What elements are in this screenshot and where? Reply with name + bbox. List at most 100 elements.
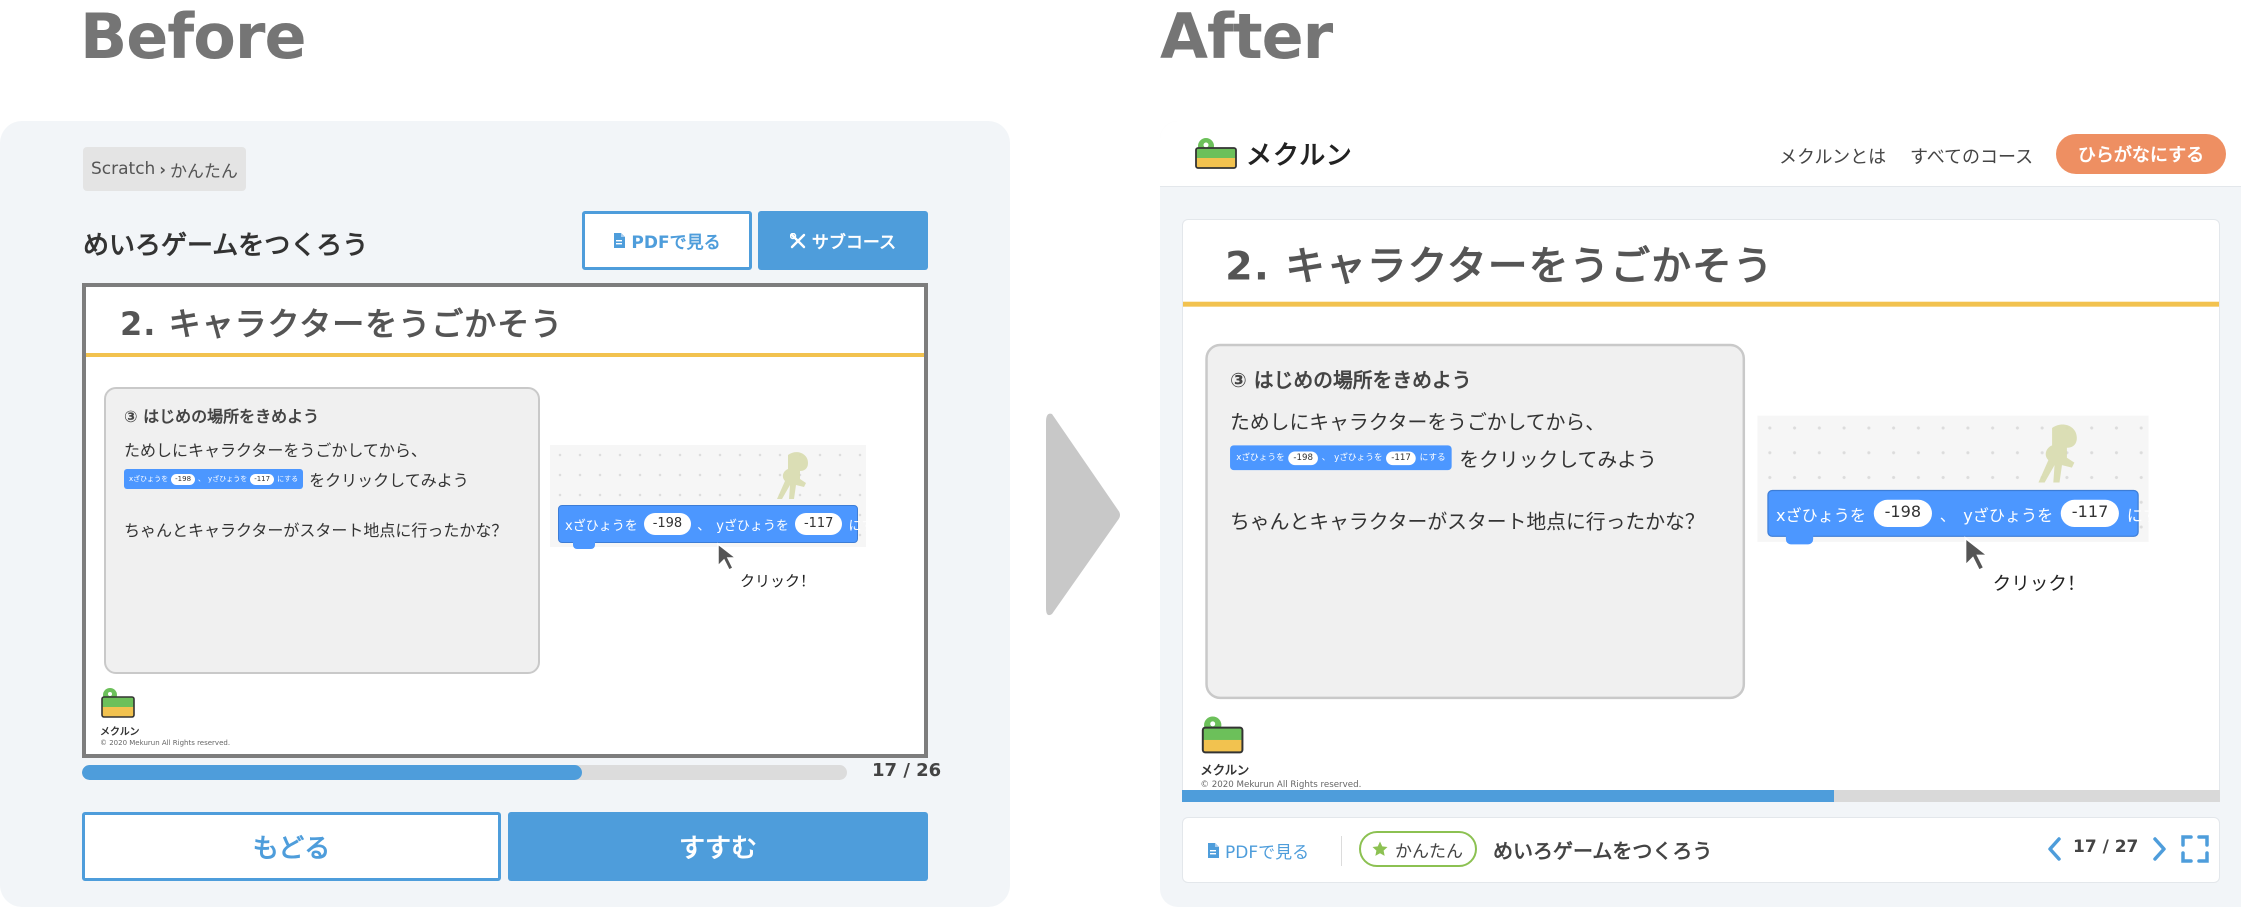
pdf-view-label: PDFで見る: [1225, 843, 1310, 863]
chevron-right-icon[interactable]: [2150, 836, 2168, 862]
before-progress-fill: [82, 765, 583, 780]
set-xy-code-block[interactable]: xざひょうを -198 、 yざひょうを -117 にする: [558, 505, 888, 549]
after-panel: メクルン メクルンとは すべてのコース ひらがなにする 2. キャラクターをうご…: [1160, 121, 2241, 907]
slide-logo-text: メクルン: [1200, 764, 1250, 779]
mini-y-label: yざひょうを: [208, 475, 248, 483]
instruction-line-3: ちゃんとキャラクターがスタート地点に行ったかな？: [1230, 509, 1705, 534]
slide-logo-text: メクルン: [100, 727, 140, 738]
slide-title: 2. キャラクターをうごかそう: [1225, 242, 1774, 290]
mouse-cursor-icon: [717, 542, 738, 572]
toolbar-divider: [1341, 836, 1342, 866]
slide-toolbar: PDFで見る かんたん めいろゲームをつくろう 17 / 27: [1182, 817, 2220, 883]
block-y-value: -117: [2060, 499, 2120, 528]
after-page-indicator: 17 / 27: [2073, 837, 2139, 857]
slide-title-underline: [1183, 301, 2219, 307]
fullscreen-icon[interactable]: [2181, 835, 2209, 863]
mini-x-value: -198: [171, 473, 196, 485]
pdf-view-label: PDFで見る: [631, 233, 721, 253]
file-icon: [614, 233, 626, 248]
before-panel: Scratch › かんたん めいろゲームをつくろう PDFで見る サブコース …: [0, 121, 1010, 907]
breadcrumb-parent[interactable]: Scratch: [91, 159, 155, 179]
block-x-label: xざひょうを: [565, 518, 638, 534]
block-end-label: にする: [848, 518, 888, 534]
site-logo-text: メクルン: [1246, 141, 1353, 171]
instruction-line-2: xざひょうを -198 、 yざひょうを -117 にする をクリックしてみよう: [1230, 443, 1720, 473]
block-x-value: -198: [643, 513, 692, 535]
nav-about-link[interactable]: メクルンとは: [1779, 143, 1886, 169]
chevron-left-icon[interactable]: [2046, 836, 2064, 862]
after-slide-card: 2. キャラクターをうごかそう ③ はじめの場所をきめよう ためしにキャラクター…: [1182, 219, 2220, 802]
mini-end-label: にする: [1419, 452, 1446, 463]
mini-x-label: xざひょうを: [1236, 452, 1285, 463]
mini-y-value: -117: [1386, 450, 1416, 465]
arrow-right-icon: [1046, 413, 1120, 616]
click-label: クリック！: [740, 572, 816, 590]
instruction-line-2-text: をクリックしてみよう: [1459, 447, 1657, 472]
after-heading: After: [1160, 0, 1333, 73]
block-end-label: にする: [2126, 506, 2176, 526]
subcourse-button[interactable]: サブコース: [758, 211, 928, 270]
pdf-view-link[interactable]: PDFで見る: [1207, 838, 1309, 863]
slide-copyright: © 2020 Mekurun All Rights reserved.: [1200, 779, 1362, 790]
dinosaur-sprite-icon: [2038, 424, 2077, 483]
course-title: めいろゲームをつくろう: [1493, 839, 1713, 863]
slide-copyright: © 2020 Mekurun All Rights reserved.: [100, 739, 231, 747]
mini-code-block: xざひょうを -198 、 yざひょうを -117 にする: [124, 469, 304, 489]
site-header: メクルン メクルンとは すべてのコース ひらがなにする: [1160, 121, 2241, 187]
block-separator: 、: [1939, 506, 1956, 526]
mekurun-logo-icon: [101, 688, 135, 718]
block-y-value: -117: [794, 513, 843, 535]
file-icon: [1208, 843, 1219, 858]
mini-end-label: にする: [277, 475, 299, 483]
mini-x-value: -198: [1288, 450, 1318, 465]
star-icon: [1372, 841, 1388, 856]
mekurun-logo-icon: [1195, 137, 1237, 169]
block-separator: 、: [697, 518, 711, 534]
mini-y-label: yざひょうを: [1334, 452, 1383, 463]
after-progress-bar: [1182, 790, 2220, 802]
step-heading: ③ はじめの場所をきめよう: [1230, 368, 1472, 393]
block-x-label: xざひょうを: [1776, 506, 1867, 526]
set-xy-code-block[interactable]: xざひょうを -198 、 yざひょうを -117 にする: [1767, 489, 2175, 545]
instruction-box: ③ はじめの場所をきめよう ためしにキャラクターをうごかしてから、 xざひょうを…: [104, 387, 540, 674]
tools-icon: [789, 232, 806, 248]
level-badge-label: かんたん: [1395, 841, 1463, 862]
slide-title: 2. キャラクターをうごかそう: [120, 305, 564, 343]
mouse-cursor-icon: [1964, 536, 1991, 572]
dinosaur-sprite-icon: [777, 452, 808, 499]
before-slide-frame: 2. キャラクターをうごかそう ③ はじめの場所をきめよう ためしにキャラクター…: [82, 283, 928, 758]
site-logo[interactable]: メクルン: [1194, 135, 1353, 172]
before-progress-bar: [82, 765, 847, 780]
mini-separator: 、: [1321, 452, 1331, 463]
slide-title-underline: [86, 353, 924, 357]
click-label: クリック！: [1992, 572, 2086, 596]
subcourse-label: サブコース: [811, 233, 897, 253]
hiragana-toggle-button[interactable]: ひらがなにする: [2056, 134, 2226, 174]
block-x-value: -198: [1873, 499, 1933, 528]
back-button[interactable]: もどる: [82, 812, 501, 881]
nav-courses-link[interactable]: すべてのコース: [1910, 143, 2033, 169]
instruction-box: ③ はじめの場所をきめよう ためしにキャラクターをうごかしてから、 xざひょうを…: [1205, 343, 1746, 700]
next-button[interactable]: すすむ: [508, 812, 928, 881]
pdf-view-button[interactable]: PDFで見る: [582, 211, 752, 270]
breadcrumb-current[interactable]: かんたん: [170, 157, 238, 182]
before-heading: Before: [80, 0, 307, 73]
level-badge: かんたん: [1359, 831, 1477, 867]
breadcrumb: Scratch › かんたん: [83, 147, 246, 191]
block-y-label: yざひょうを: [1963, 506, 2054, 526]
after-progress-fill: [1182, 790, 1834, 802]
instruction-line-3: ちゃんとキャラクターがスタート地点に行ったかな？: [124, 521, 508, 540]
mini-y-value: -117: [250, 473, 275, 485]
step-heading: ③ はじめの場所をきめよう: [124, 407, 320, 426]
mini-code-block: xざひょうを -198 、 yざひょうを -117 にする: [1230, 445, 1452, 471]
course-title: めいろゲームをつくろう: [83, 231, 369, 261]
breadcrumb-separator: ›: [159, 159, 166, 179]
mekurun-logo-icon: [1201, 716, 1244, 754]
mini-x-label: xざひょうを: [129, 475, 169, 483]
instruction-line-2-text: をクリックしてみよう: [309, 471, 469, 490]
mini-separator: 、: [198, 475, 206, 483]
instruction-line-1: ためしにキャラクターをうごかしてから、: [124, 441, 427, 460]
instruction-line-1: ためしにキャラクターをうごかしてから、: [1230, 410, 1606, 435]
before-page-indicator: 17 / 26: [872, 760, 942, 781]
block-y-label: yざひょうを: [716, 518, 789, 534]
